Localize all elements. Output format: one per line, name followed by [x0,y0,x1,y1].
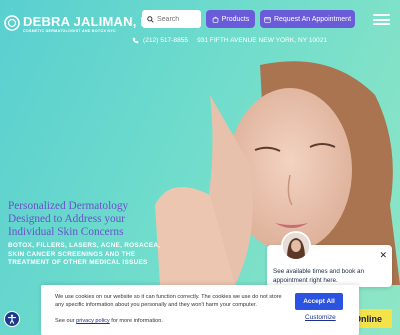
chat-message[interactable]: See available times and book an appointm… [273,267,383,285]
brand-name: DEBRA JALIMAN, MD [23,14,161,29]
products-label: Products [221,15,250,23]
privacy-policy-link[interactable]: privacy policy [76,318,110,324]
chat-avatar[interactable] [281,231,311,261]
calendar-icon [264,16,271,23]
menu-bar [373,18,390,21]
appointment-label: Request An Appointment [273,15,352,23]
accept-all-button[interactable]: Accept All [295,293,343,310]
search-icon [147,15,154,23]
hero-subtitle: BOTOX, FILLERS, LASERS, ACNE, ROSACEA, S… [8,242,161,267]
bag-icon [212,16,218,23]
policy-prefix: See our [55,318,77,324]
accessibility-figure-icon [7,314,17,324]
circle-logo-icon [4,15,20,31]
site-logo[interactable]: DEBRA JALIMAN, MD COSMETIC DERMATOLOGIST… [4,12,161,40]
avatar-image [283,233,309,259]
close-icon[interactable]: ✕ [379,250,387,261]
request-appointment-button[interactable]: Request An Appointment [260,10,355,28]
search-box[interactable] [142,10,201,28]
brand-tagline: COSMETIC DERMATOLOGIST AND BOTOX NYC [23,29,116,33]
cookie-policy-line: See our privacy policy for more informat… [55,318,163,324]
cookie-message: We use cookies on our website so it can … [55,294,282,308]
menu-bar [373,14,390,16]
cookie-banner: We use cookies on our website so it can … [41,285,359,335]
accessibility-icon[interactable] [4,311,20,327]
contact-row: (212) 517-8855 931 FIFTH AVENUE NEW YORK… [132,35,327,45]
policy-suffix: for more information. [109,318,163,324]
search-input[interactable] [157,15,201,23]
address[interactable]: 931 FIFTH AVENUE NEW YORK, NY 10021 [197,37,327,44]
phone-number[interactable]: (212) 517-8855 [143,37,188,44]
products-button[interactable]: Products [206,10,255,28]
site-header: DEBRA JALIMAN, MD COSMETIC DERMATOLOGIST… [0,0,400,48]
hamburger-menu-icon[interactable] [373,14,390,25]
customize-link[interactable]: Customize [305,314,336,321]
phone-icon [132,37,139,43]
hero-title: Personalized Dermatology Designed to Add… [8,200,129,238]
menu-bar [373,23,390,25]
